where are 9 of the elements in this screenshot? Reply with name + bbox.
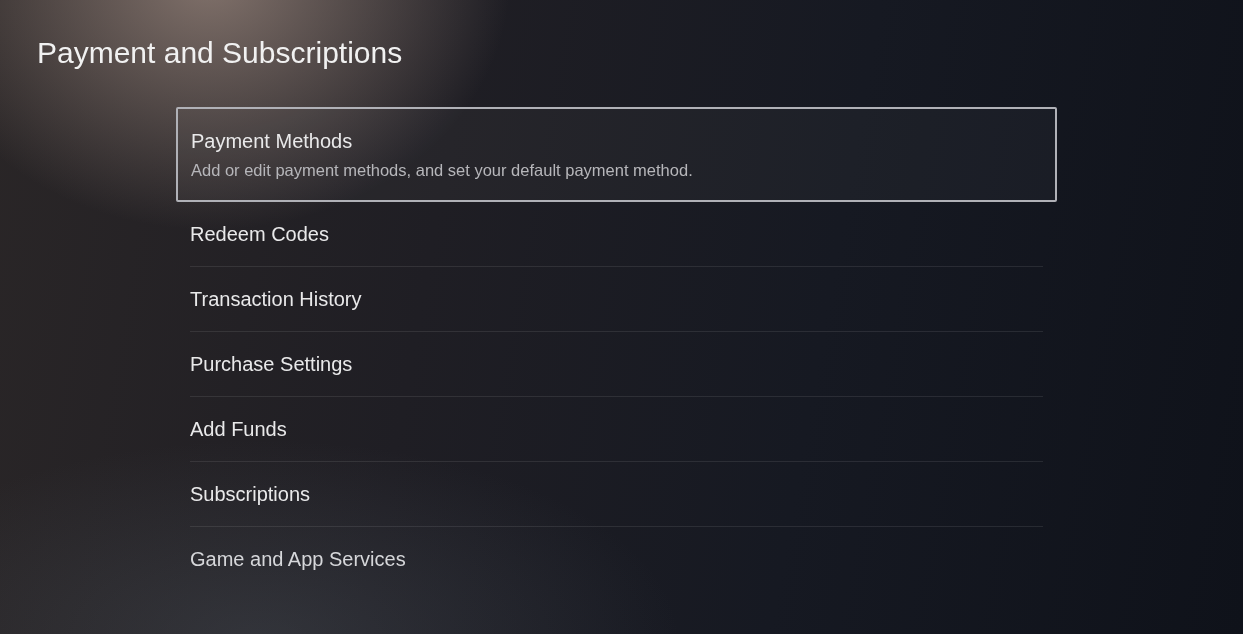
menu-item[interactable]: Subscriptions	[190, 462, 1043, 527]
menu-item[interactable]: Add Funds	[190, 397, 1043, 462]
menu-item[interactable]: Game and App Services	[190, 527, 1043, 592]
page-title: Payment and Subscriptions	[37, 35, 403, 71]
menu-item[interactable]: Redeem Codes	[190, 202, 1043, 267]
menu-item[interactable]: Transaction History	[190, 267, 1043, 332]
menu-item-description: Add or edit payment methods, and set your default payment method.	[191, 160, 693, 180]
menu-item[interactable]: Purchase Settings	[190, 332, 1043, 397]
menu-item[interactable]: Payment Methods Add or edit payment methods, and set your default payment method.	[176, 107, 1057, 202]
